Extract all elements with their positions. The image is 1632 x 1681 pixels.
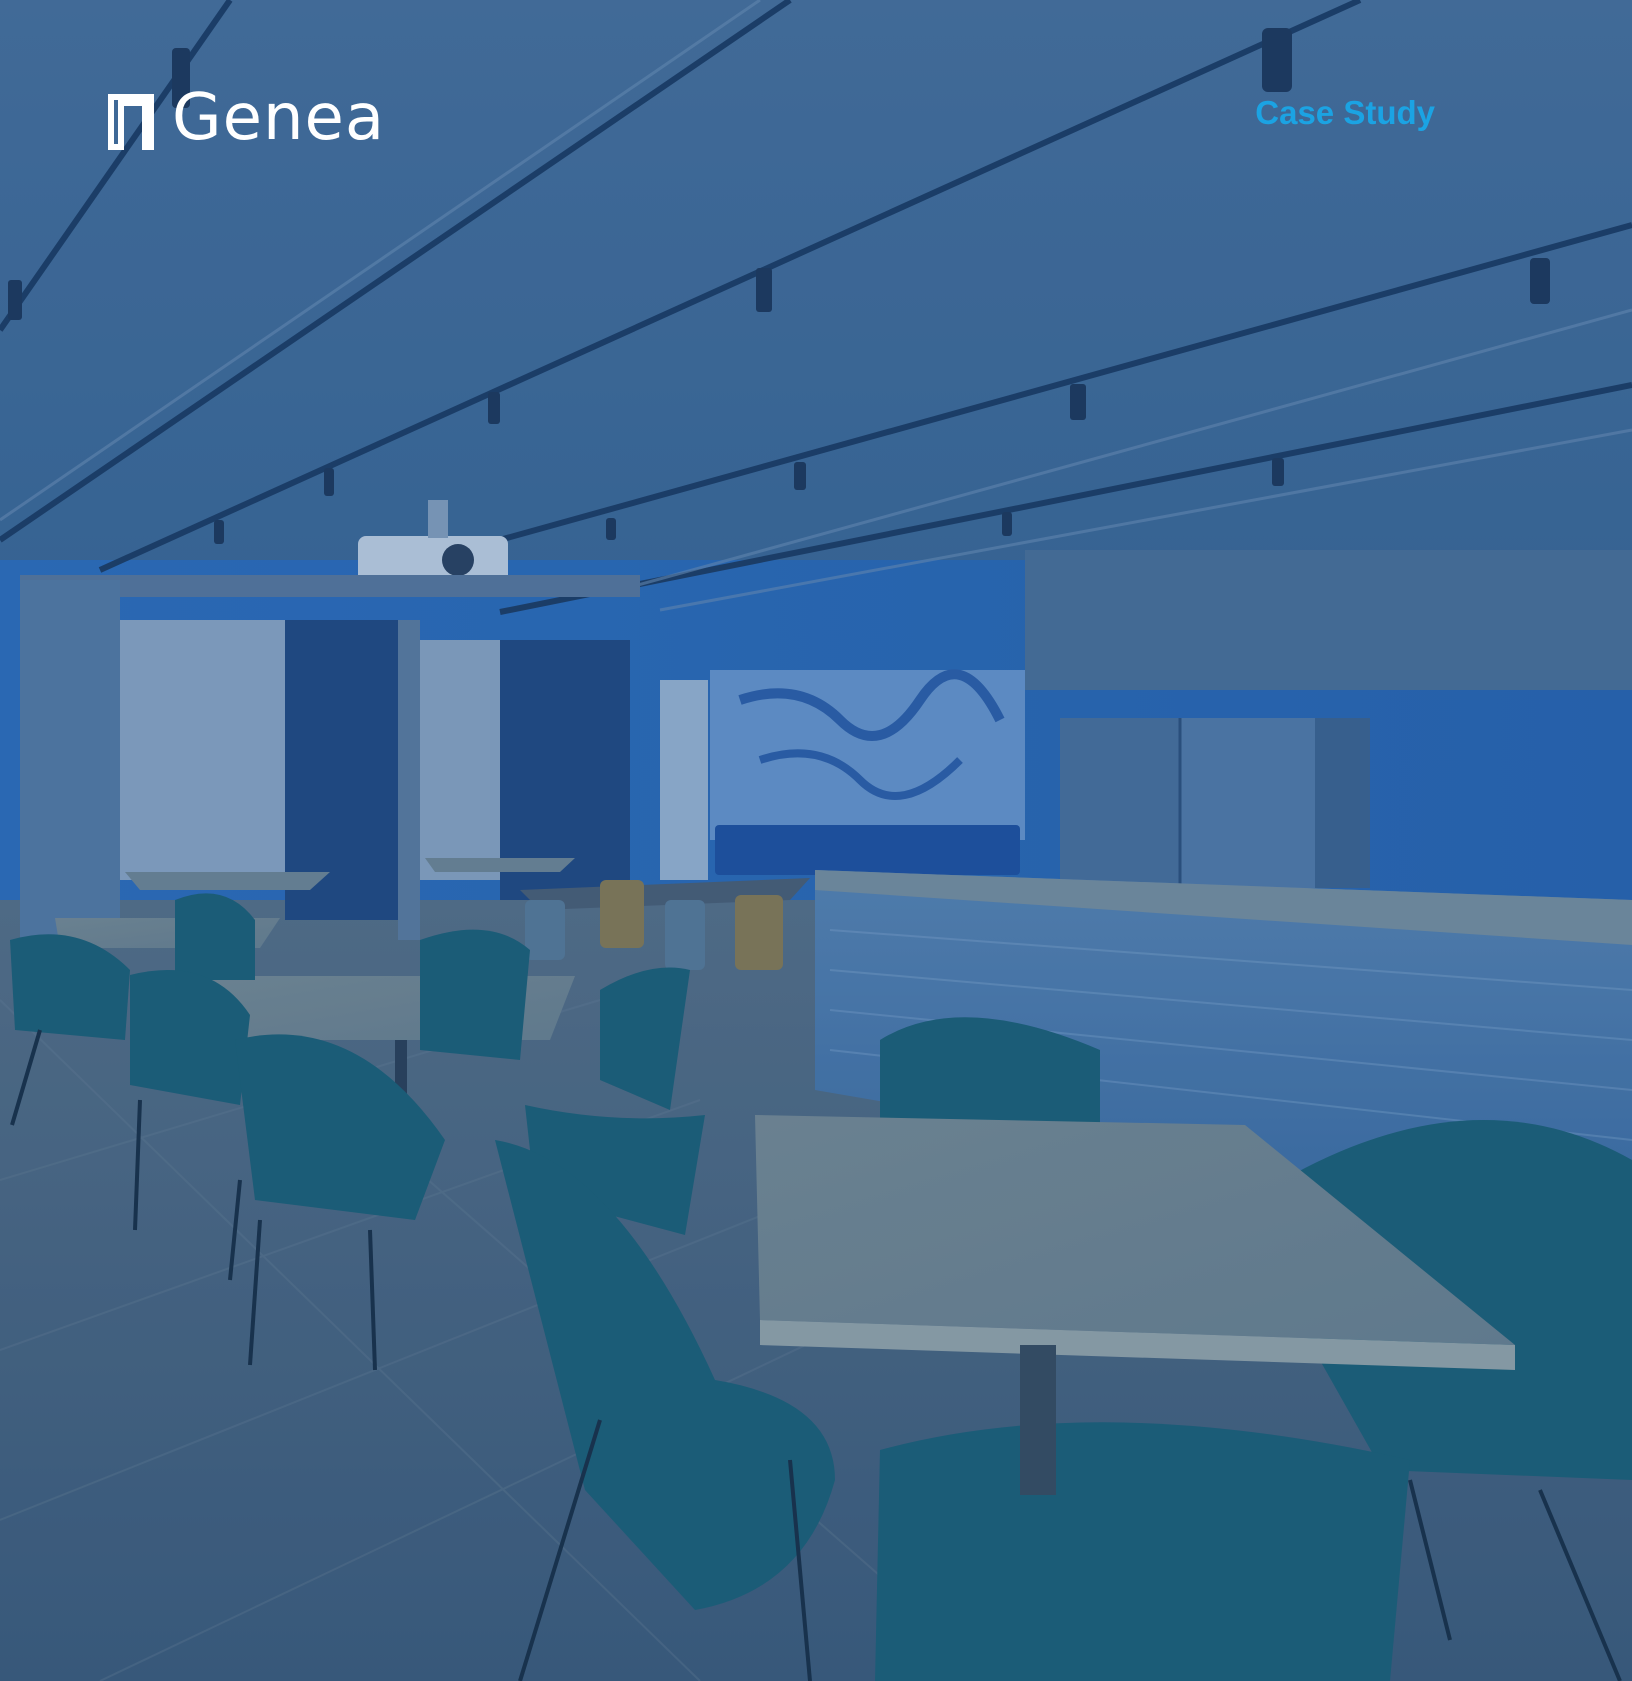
logo-wordmark: Genea: [172, 81, 386, 155]
office-cafeteria-photo: [0, 0, 1632, 1681]
genea-logo[interactable]: Genea: [106, 86, 384, 152]
case-study-label: Case Study: [1255, 94, 1435, 131]
genea-mark-icon: [108, 94, 154, 150]
cover-page: Genea Case Study: [0, 0, 1632, 1681]
